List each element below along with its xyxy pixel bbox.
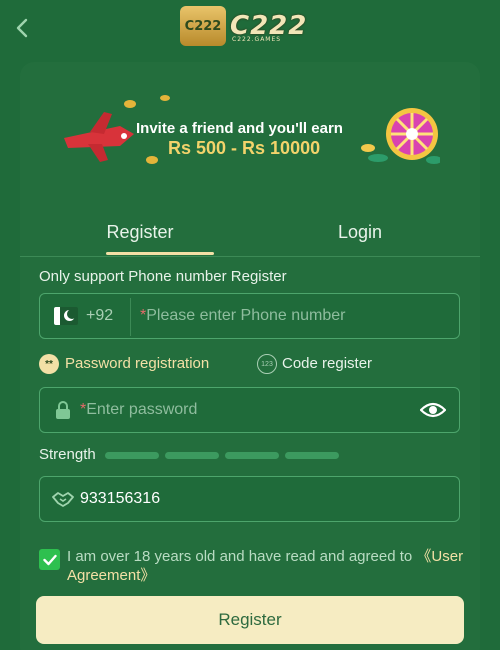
agreement-checkbox[interactable] (39, 549, 60, 570)
handshake-icon (52, 492, 74, 507)
pakistan-flag-icon[interactable] (54, 307, 78, 325)
register-hint: Only support Phone number Register (39, 268, 287, 285)
registration-mode-selector: ** Password registration 123 Code regist… (39, 352, 460, 376)
password-mode-icon[interactable]: ** (39, 354, 59, 374)
strength-segment (105, 452, 159, 459)
password-field[interactable]: *Enter password (39, 387, 460, 433)
strength-segment (165, 452, 219, 459)
eye-icon[interactable] (420, 400, 446, 420)
strength-segment (225, 452, 279, 459)
code-mode-icon[interactable]: 123 (257, 354, 277, 374)
country-code[interactable]: +92 (86, 307, 113, 325)
logo-subtitle: C222.GAMES (232, 36, 282, 43)
tab-register[interactable]: Register (90, 210, 190, 254)
tab-divider (20, 256, 480, 257)
code-register-option[interactable]: Code register (282, 355, 372, 372)
back-button[interactable] (10, 16, 34, 40)
field-separator (130, 298, 131, 336)
strength-label: Strength (39, 446, 96, 463)
invite-code-field[interactable]: 933156316 (39, 476, 460, 522)
password-registration-option[interactable]: Password registration (65, 355, 209, 372)
airplane-icon (64, 112, 134, 162)
phone-input[interactable]: *Please enter Phone number (140, 307, 345, 325)
agreement: I am over 18 years old and have read and… (39, 547, 464, 587)
password-strength: Strength (39, 446, 460, 466)
password-placeholder: Enter password (86, 401, 198, 418)
banner-headline: Invite a friend and you'll earn (136, 120, 343, 137)
lock-icon (56, 401, 70, 419)
logo-badge: C222 (180, 6, 226, 46)
banner-reward-range: Rs 500 - Rs 10000 (168, 138, 321, 158)
register-button[interactable]: Register (36, 596, 464, 644)
agreement-statement: I am over 18 years old and have read and… (67, 548, 417, 565)
top-bar: C222 C222 C222.GAMES (0, 0, 500, 60)
back-chevron-icon (16, 18, 28, 38)
active-tab-indicator (106, 252, 214, 255)
tab-login[interactable]: Login (310, 210, 410, 254)
fortune-wheel-icon (386, 108, 438, 160)
auth-tabs: Register Login (20, 210, 480, 257)
agreement-text: I am over 18 years old and have read and… (67, 547, 467, 585)
password-input[interactable]: *Enter password (80, 401, 197, 419)
checkmark-icon (42, 554, 57, 565)
phone-field[interactable]: +92 *Please enter Phone number (39, 293, 460, 339)
invite-code-input[interactable]: 933156316 (80, 490, 160, 508)
phone-placeholder: Please enter Phone number (146, 307, 346, 324)
strength-segment (285, 452, 339, 459)
